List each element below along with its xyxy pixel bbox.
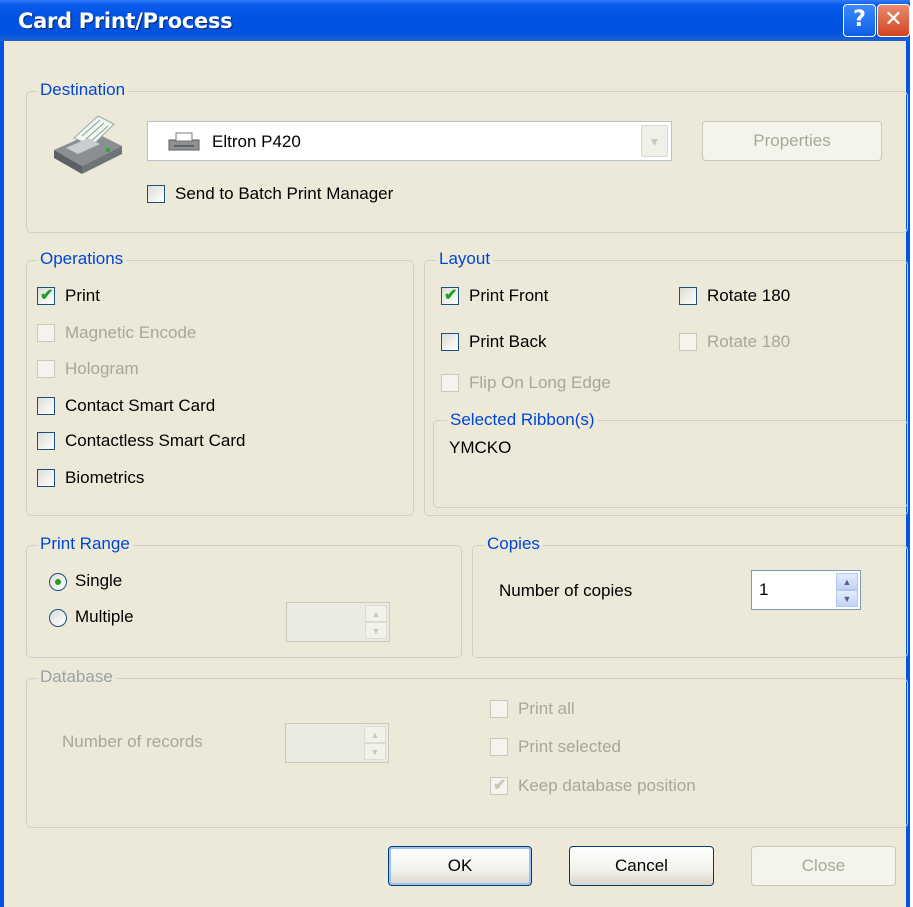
print-checkbox[interactable]: ✔ [37, 287, 55, 305]
send-batch-label: Send to Batch Print Manager [175, 184, 394, 203]
chevron-down-icon[interactable]: ▼ [641, 125, 668, 157]
selected-ribbons-legend: Selected Ribbon(s) [447, 410, 598, 430]
print-selected-label: Print selected [518, 737, 621, 756]
hologram-label: Hologram [65, 359, 139, 378]
rotate-back-label: Rotate 180 [707, 332, 791, 351]
biometrics-label: Biometrics [65, 468, 145, 487]
flip-long-edge-checkbox[interactable] [441, 374, 459, 392]
close-window-button[interactable]: ✕ [877, 4, 910, 37]
database-legend: Database [37, 667, 116, 687]
help-button[interactable]: ? [843, 4, 876, 37]
properties-button[interactable]: Properties [702, 121, 882, 161]
ok-button[interactable]: OK [388, 846, 532, 886]
print-all-label: Print all [518, 699, 575, 718]
keep-position-checkbox[interactable]: ✔ [490, 777, 508, 795]
multiple-label: Multiple [75, 607, 134, 626]
print-label: Print [65, 286, 100, 305]
spin-up-icon[interactable]: ▲ [365, 605, 387, 622]
keep-position-label: Keep database position [518, 776, 696, 795]
title-bar[interactable]: Card Print/Process ? ✕ [0, 0, 910, 41]
flip-long-edge-label: Flip On Long Edge [469, 373, 611, 392]
contact-smart-card-label: Contact Smart Card [65, 396, 216, 415]
check-mark-icon: ✔ [40, 287, 54, 304]
radio-dot [55, 579, 61, 585]
destination-legend: Destination [37, 80, 129, 100]
print-front-label: Print Front [469, 286, 549, 305]
close-button[interactable]: Close [751, 846, 896, 886]
print-back-label: Print Back [469, 332, 547, 351]
print-selected-checkbox[interactable] [490, 738, 508, 756]
layout-legend: Layout [436, 249, 494, 269]
print-front-checkbox[interactable]: ✔ [441, 287, 459, 305]
spin-up-icon[interactable]: ▲ [836, 573, 858, 590]
destination-group [26, 91, 908, 233]
copies-spinner[interactable]: 1 ▲ ▼ [751, 570, 861, 610]
check-mark-icon: ✔ [493, 777, 507, 794]
window-title: Card Print/Process [18, 9, 233, 33]
records-label: Number of records [62, 732, 203, 751]
database-group [26, 678, 908, 828]
contactless-smart-card-checkbox[interactable] [37, 432, 55, 450]
magnetic-encode-label: Magnetic Encode [65, 323, 197, 342]
range-spinner[interactable]: ▲ ▼ [286, 602, 390, 642]
printer-value: Eltron P420 [212, 132, 301, 151]
printer-select[interactable]: Eltron P420 ▼ [147, 121, 672, 161]
spin-down-icon[interactable]: ▼ [365, 622, 387, 639]
window-border-left [0, 41, 4, 907]
spin-up-icon[interactable]: ▲ [364, 726, 386, 743]
print-all-checkbox[interactable] [490, 700, 508, 718]
biometrics-checkbox[interactable] [37, 469, 55, 487]
spin-down-icon[interactable]: ▼ [836, 590, 858, 607]
dialog-window: Card Print/Process ? ✕ Destination Eltro… [0, 0, 910, 907]
magnetic-encode-checkbox[interactable] [37, 324, 55, 342]
print-range-legend: Print Range [37, 534, 133, 554]
single-radio[interactable] [49, 573, 67, 591]
contactless-smart-card-label: Contactless Smart Card [65, 431, 246, 450]
hologram-checkbox[interactable] [37, 360, 55, 378]
copies-label: Number of copies [499, 581, 633, 600]
rotate-front-label: Rotate 180 [707, 286, 791, 305]
print-range-group [26, 545, 462, 658]
multiple-radio[interactable] [49, 609, 67, 627]
selected-ribbons-group [433, 420, 908, 508]
copies-value[interactable]: 1 [759, 580, 768, 600]
printer-icon [48, 112, 128, 183]
contact-smart-card-checkbox[interactable] [37, 397, 55, 415]
records-spinner[interactable]: ▲ ▼ [285, 723, 389, 763]
rotate-front-checkbox[interactable] [679, 287, 697, 305]
rotate-back-checkbox[interactable] [679, 333, 697, 351]
send-batch-checkbox[interactable] [147, 185, 165, 203]
check-mark-icon: ✔ [444, 287, 458, 304]
small-printer-icon [166, 132, 202, 157]
print-back-checkbox[interactable] [441, 333, 459, 351]
ribbon-value: YMCKO [449, 438, 512, 457]
copies-legend: Copies [484, 534, 543, 554]
operations-legend: Operations [37, 249, 127, 269]
spin-down-icon[interactable]: ▼ [364, 743, 386, 760]
single-label: Single [75, 571, 123, 590]
cancel-button[interactable]: Cancel [569, 846, 714, 886]
